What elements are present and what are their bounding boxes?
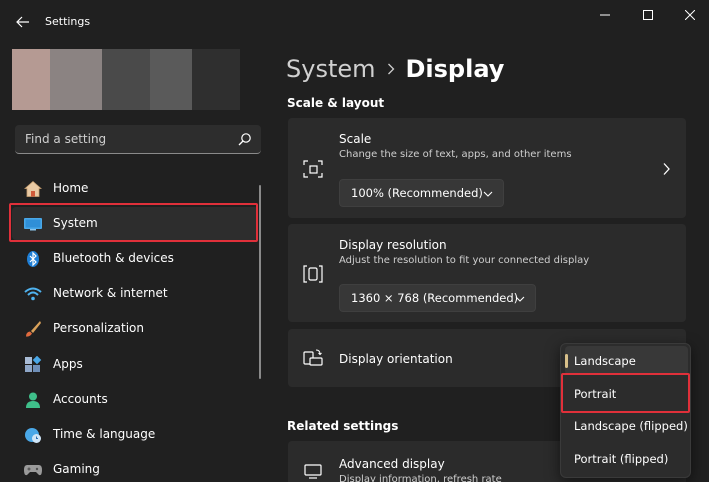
resolution-icon — [303, 265, 323, 283]
annotation-highlight-system — [9, 203, 258, 242]
wifi-icon — [23, 284, 43, 304]
page-title: Display — [405, 55, 505, 83]
breadcrumb: System Display — [286, 53, 504, 85]
selected-indicator — [565, 354, 568, 368]
search-box[interactable] — [15, 125, 261, 154]
section-title-related-settings: Related settings — [287, 419, 399, 433]
minimize-icon — [600, 14, 610, 16]
close-icon — [685, 10, 695, 20]
chevron-right-icon[interactable] — [661, 162, 671, 176]
annotation-highlight-portrait — [561, 373, 690, 413]
scale-title: Scale — [339, 132, 372, 146]
scale-dropdown-value: 100% (Recommended) — [351, 186, 483, 200]
chevron-down-icon — [515, 296, 525, 302]
maximize-button[interactable] — [625, 4, 671, 26]
back-button[interactable] — [10, 9, 36, 35]
sidebar-item-bluetooth[interactable]: Bluetooth & devices — [12, 242, 258, 275]
advanced-display-description: Display information, refresh rate — [339, 474, 502, 482]
close-button[interactable] — [667, 4, 709, 26]
resolution-dropdown[interactable]: 1360 × 768 (Recommended) — [339, 284, 536, 312]
resolution-description: Adjust the resolution to fit your connec… — [339, 255, 590, 266]
orientation-option-landscape[interactable]: Landscape — [565, 346, 688, 375]
title-bar: Settings — [0, 0, 709, 44]
sidebar-item-home[interactable]: Home — [12, 172, 258, 205]
resolution-dropdown-value: 1360 × 768 (Recommended) — [351, 291, 519, 305]
section-title-scale-layout: Scale & layout — [287, 96, 385, 110]
sidebar-item-accounts[interactable]: Accounts — [12, 383, 258, 416]
resolution-card: Display resolution Adjust the resolution… — [288, 224, 686, 322]
orientation-option-portrait-flipped[interactable]: Portrait (flipped) — [565, 444, 688, 473]
chevron-down-icon — [483, 191, 493, 197]
chevron-right-icon — [376, 63, 406, 75]
globe-clock-icon — [23, 425, 43, 445]
search-icon[interactable] — [238, 132, 252, 146]
advanced-display-title: Advanced display — [339, 457, 445, 471]
brush-icon — [23, 319, 43, 339]
monitor-outline-icon — [304, 464, 322, 479]
scale-card[interactable]: Scale Change the size of text, apps, and… — [288, 118, 686, 218]
breadcrumb-system[interactable]: System — [286, 55, 376, 83]
settings-window: Settings Find a setting Home System Blue… — [0, 0, 709, 482]
sidebar-item-network[interactable]: Network & internet — [12, 277, 258, 310]
sidebar-item-gaming[interactable]: Gaming — [12, 453, 258, 482]
orientation-option-landscape-flipped[interactable]: Landscape (flipped) — [565, 411, 688, 440]
arrow-left-icon — [16, 16, 29, 28]
sidebar-item-personalization[interactable]: Personalization — [12, 312, 258, 345]
maximize-icon — [643, 10, 653, 20]
account-icon — [23, 390, 43, 410]
gamepad-icon — [23, 460, 43, 480]
app-title: Settings — [45, 15, 91, 28]
resolution-title: Display resolution — [339, 238, 447, 252]
minimize-button[interactable] — [582, 4, 628, 26]
orientation-title: Display orientation — [339, 352, 453, 366]
scale-dropdown[interactable]: 100% (Recommended) — [339, 179, 504, 207]
scale-icon — [303, 160, 323, 178]
bluetooth-icon — [23, 249, 43, 269]
home-icon — [23, 179, 43, 199]
scale-description: Change the size of text, apps, and other… — [339, 149, 572, 160]
sidebar-item-time-language[interactable]: Time & language — [12, 418, 258, 451]
sidebar-scrollbar[interactable] — [259, 185, 261, 379]
search-input[interactable] — [15, 125, 231, 152]
sidebar-item-apps[interactable]: Apps — [12, 348, 258, 381]
orientation-icon — [303, 349, 323, 366]
apps-icon — [23, 355, 43, 375]
blurred-profile — [12, 49, 240, 110]
